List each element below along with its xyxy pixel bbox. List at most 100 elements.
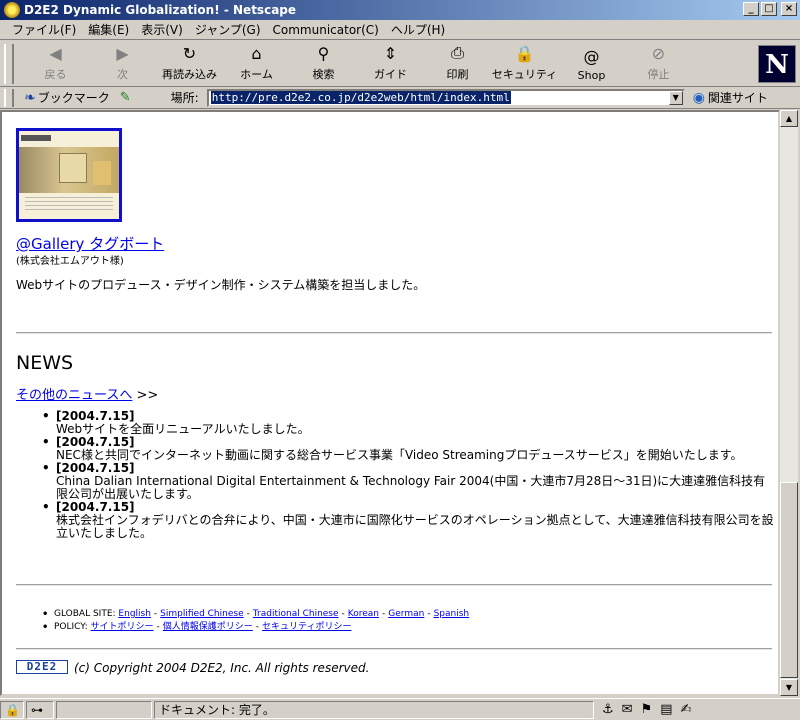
toolbar-button-label: 再読み込み [162,68,217,81]
thumbnail-text-lines [25,197,113,213]
navigation-toolbar: ◀ 戻る ▶ 次 ↻ 再読み込み ⌂ ホーム ⚲ 検索 ⇕ ガイド ⎙ 印刷 🔒 セキュリティ @ Shop ⊘ 停止 [0,41,800,87]
site-policy-link[interactable]: サイトポリシー [91,622,154,632]
progress-bar [56,700,152,719]
policy-label: POLICY: [54,622,88,632]
global-site-korean[interactable]: Korean [348,609,379,619]
security-policy-link[interactable]: セキュリティポリシー [262,622,351,632]
menu-go[interactable]: ジャンプ(G) [189,21,267,38]
global-site-german[interactable]: German [388,609,424,619]
toolbar-button-security-lock[interactable]: 🔒 セキュリティ [491,42,558,86]
status-text: ドキュメント: 完了。 [154,700,594,719]
search-icon: ⚲ [317,43,330,63]
url-dropdown-button[interactable]: ▼ [668,90,683,105]
mail-icon[interactable]: ✉ [622,702,633,717]
toolbar-button-print[interactable]: ⎙ 印刷 [424,42,491,86]
divider [16,648,772,650]
toolbar-grip[interactable] [4,44,14,84]
global-site-english[interactable]: English [118,609,151,619]
vertical-scrollbar[interactable]: ▲ ▼ [780,110,798,696]
company-name: (株式会社エムアウト様) [16,256,124,267]
component-bar: ⚓ ✉ ⚑ ▤ ✍ [602,702,691,717]
window-title: D2E2 Dynamic Globalization! - Netscape [24,3,297,17]
menu-help[interactable]: ヘルプ(H) [385,21,451,38]
menu-edit[interactable]: 編集(E) [82,21,135,38]
toolbar-button-label: 戻る [44,68,67,81]
scroll-down-button[interactable]: ▼ [780,679,798,696]
close-button[interactable]: × [781,2,797,16]
composer-icon[interactable]: ✍ [681,702,692,717]
print-icon: ⎙ [451,43,464,62]
scroll-thumb[interactable] [780,482,798,678]
toolbar-button-label: セキュリティ [491,68,558,81]
security-status-icon[interactable]: 🔒 [0,700,24,719]
menu-communicator[interactable]: Communicator(C) [267,23,385,37]
toolbar-button-stop[interactable]: ⊘ 停止 [625,42,692,86]
news-item: [2004.7.15] NEC様と共同でインターネット動画に関する総合サービス事… [42,436,774,462]
toolbar-button-back-arrow[interactable]: ◀ 戻る [22,42,89,86]
toolbar-button-guide[interactable]: ⇕ ガイド [357,42,424,86]
location-bar: ❧ ブックマーク ✎ 場所: http://pre.d2e2.co.jp/d2e… [0,87,800,109]
stop-icon: ⊘ [651,43,666,63]
more-news-link[interactable]: その他のニュースへ [16,388,132,403]
maximize-button[interactable]: □ [761,2,777,16]
address-book-icon[interactable]: ▤ [660,702,672,717]
thumbnail-panel [59,153,87,183]
navigator-icon[interactable]: ⚓ [602,702,614,717]
global-site-spanish[interactable]: Spanish [434,609,470,619]
related-sites-label: 関連サイト [707,91,768,105]
privacy-policy-link[interactable]: 個人情報保護ポリシー [163,622,253,632]
global-site-simplified-chinese[interactable]: Simplified Chinese [160,609,243,619]
menu-bar: ファイル(F) 編集(E) 表示(V) ジャンプ(G) Communicator… [0,20,800,40]
back-arrow-icon: ◀ [49,43,62,63]
news-item: [2004.7.15] Webサイトを全面リニューアルいたしました。 [42,410,774,436]
page-viewport: @Gallery タグボート (株式会社エムアウト様) Webサイトのプロデュー… [0,110,780,696]
home-icon: ⌂ [251,43,262,63]
toolbar-button-label: ホーム [240,68,273,81]
project-description: Webサイトのプロデュース・デザイン制作・システム構築を担当しました。 [16,278,426,292]
news-list: [2004.7.15] Webサイトを全面リニューアルいたしました。 [2004… [42,410,774,540]
toolbar-button-shop[interactable]: @ Shop [558,42,625,86]
page-proxy-icon[interactable]: ✎ [120,90,131,105]
forward-arrow-icon: ▶ [116,43,129,63]
divider [16,584,772,586]
d2e2-logo: D2E2 [16,660,68,674]
policy-row: POLICY: サイトポリシー-個人情報保護ポリシー-セキュリティポリシー [42,621,469,634]
bookmark-icon: ❧ [24,89,36,106]
thumbnail-panel-small [93,161,111,185]
divider [16,332,772,334]
netscape-logo[interactable]: N [758,45,796,83]
toolbar-button-label: 印刷 [446,68,469,81]
news-heading: NEWS [16,352,74,374]
guide-icon: ⇕ [383,43,398,63]
window-controls: _ □ × [743,2,797,16]
scroll-up-button[interactable]: ▲ [780,110,798,127]
toolbar-button-home[interactable]: ⌂ ホーム [223,42,290,86]
bookmarks-label: ブックマーク [37,91,110,105]
bookmarks-button[interactable]: ❧ ブックマーク [24,89,110,106]
news-text: NEC様と共同でインターネット動画に関する総合サービス事業「Video Stre… [56,448,743,462]
minimize-button[interactable]: _ [743,2,759,16]
more-news: その他のニュースへ >> [16,384,158,403]
related-sites-button[interactable]: ◉ 関連サイト [693,89,768,106]
url-input[interactable]: http://pre.d2e2.co.jp/d2e2web/html/index… [206,88,685,107]
title-bar: D2E2 Dynamic Globalization! - Netscape _… [0,0,800,20]
url-text: http://pre.d2e2.co.jp/d2e2web/html/index… [210,91,511,104]
gallery-thumbnail[interactable] [16,128,122,222]
shop-icon: @ [583,46,600,66]
connection-status-icon[interactable]: ⊶ [26,700,54,719]
more-news-suffix: >> [132,388,159,403]
location-bar-grip[interactable] [4,88,14,107]
gallery-link[interactable]: @Gallery タグボート [16,233,164,254]
toolbar-button-reload[interactable]: ↻ 再読み込み [156,42,223,86]
global-site-label: GLOBAL SITE: [54,609,116,619]
newsgroups-icon[interactable]: ⚑ [641,702,653,717]
toolbar-button-forward-arrow[interactable]: ▶ 次 [89,42,156,86]
copyright-text: (c) Copyright 2004 D2E2, Inc. All rights… [74,661,370,675]
related-sites-icon: ◉ [692,89,705,106]
global-site-traditional-chinese[interactable]: Traditional Chinese [253,609,339,619]
menu-view[interactable]: 表示(V) [135,21,189,38]
toolbar-button-search[interactable]: ⚲ 検索 [290,42,357,86]
menu-file[interactable]: ファイル(F) [6,21,82,38]
footer-links: GLOBAL SITE: English-Simplified Chinese-… [42,608,469,634]
thumbnail-header-bar [21,135,51,141]
